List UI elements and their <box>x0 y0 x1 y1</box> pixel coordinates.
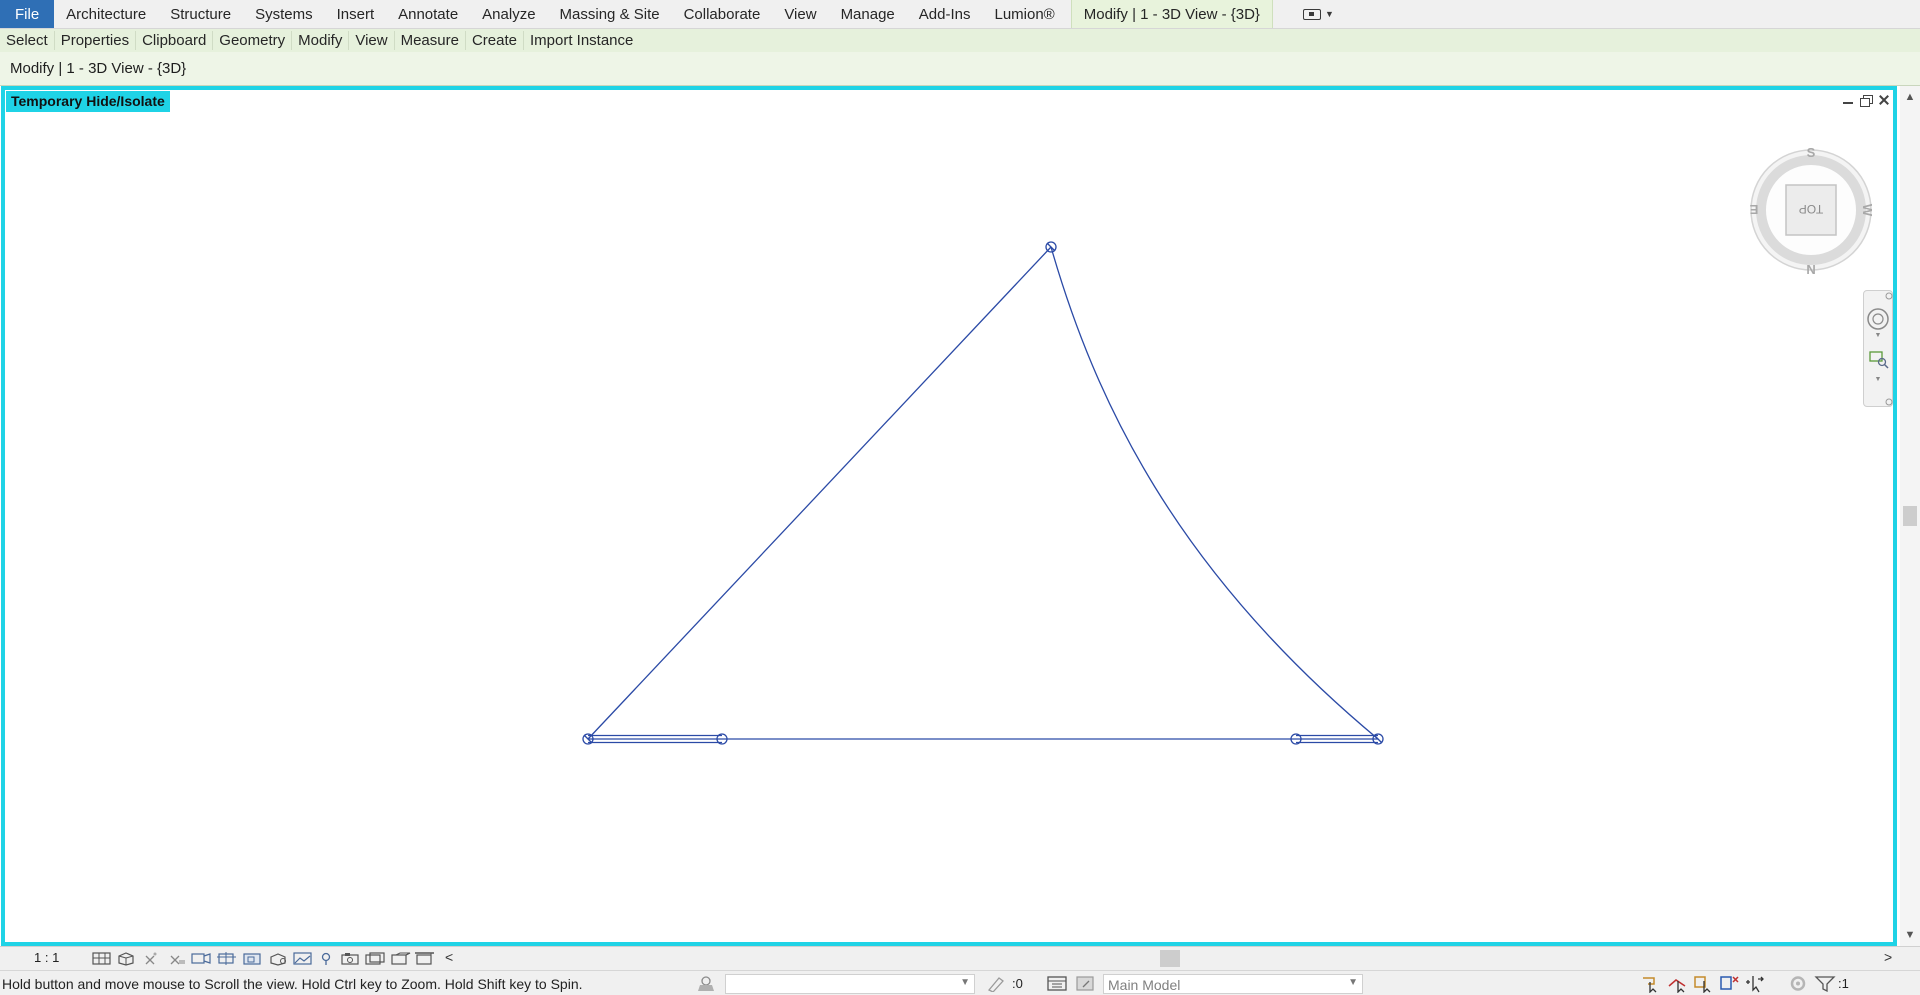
tab-lumion[interactable]: Lumion® <box>982 0 1066 28</box>
highlight-displacement-sets-icon[interactable] <box>414 951 436 966</box>
ribbon-minimize-icon <box>1302 8 1321 20</box>
active-workset-combo[interactable]: ▼ <box>725 974 975 994</box>
vertical-scrollbar[interactable]: ▲ ▼ <box>1900 86 1920 946</box>
steering-wheel-icon[interactable] <box>1867 308 1889 330</box>
ribbon-panel-bar: Select Properties Clipboard Geometry Mod… <box>0 29 1920 52</box>
vertical-scroll-thumb[interactable] <box>1903 506 1917 526</box>
tab-systems[interactable]: Systems <box>243 0 325 28</box>
chevron-down-icon: ▼ <box>1348 977 1358 988</box>
sun-path-off-icon[interactable] <box>142 951 158 966</box>
chevron-down-icon: ▼ <box>1324 9 1334 19</box>
show-analytical-model-icon[interactable] <box>390 951 412 966</box>
temporary-hide-isolate-banner: Temporary Hide/Isolate <box>6 91 170 112</box>
drag-elements-on-selection-icon[interactable] <box>1744 974 1766 993</box>
select-links-icon[interactable] <box>1640 974 1662 993</box>
worksharing-display-icon[interactable] <box>340 951 362 966</box>
compass-east[interactable]: E <box>1749 202 1758 217</box>
view-control-bar: 1 : 1 < > <box>0 946 1920 970</box>
temporary-hide-isolate-icon[interactable] <box>292 951 314 966</box>
design-option-combo[interactable]: Main Model ▼ <box>1103 974 1363 994</box>
reveal-hidden-elements-icon[interactable] <box>320 951 332 966</box>
options-bar-label: Modify | 1 - 3D View - {3D} <box>10 60 187 77</box>
tab-modify-3d-view[interactable]: Modify | 1 - 3D View - {3D} <box>1070 0 1273 28</box>
unlocked-3d-view-icon[interactable] <box>268 951 290 966</box>
navigation-bar: ▼ ▼ <box>1863 290 1893 407</box>
design-option-value: Main Model <box>1108 977 1181 993</box>
panel-create[interactable]: Create <box>466 31 524 50</box>
shadows-off-icon[interactable] <box>168 951 186 966</box>
scroll-right-icon[interactable]: > <box>1884 949 1892 965</box>
zoom-region-icon[interactable] <box>1869 351 1889 369</box>
panel-clipboard[interactable]: Clipboard <box>136 31 214 50</box>
worksets-icon[interactable] <box>695 975 717 992</box>
drawing-area[interactable] <box>5 90 1893 942</box>
compass-south[interactable]: S <box>1807 145 1816 160</box>
select-underlay-elements-icon[interactable] <box>1666 974 1688 993</box>
select-pinned-elements-icon[interactable] <box>1692 974 1714 993</box>
tab-collaborate[interactable]: Collaborate <box>672 0 773 28</box>
chevron-down-icon: ▼ <box>960 977 970 988</box>
scroll-down-icon[interactable]: ▼ <box>1900 926 1920 944</box>
panel-properties[interactable]: Properties <box>55 31 137 50</box>
chevron-down-icon[interactable]: ▼ <box>1875 332 1882 339</box>
panel-modify[interactable]: Modify <box>292 31 350 50</box>
horizontal-scroll-thumb[interactable] <box>1160 950 1180 967</box>
triangle-left-edge[interactable] <box>587 246 1052 740</box>
temporary-view-properties-icon[interactable] <box>364 951 386 966</box>
view-scale[interactable]: 1 : 1 <box>34 950 59 965</box>
compass-west[interactable]: W <box>1860 204 1875 217</box>
crop-view-icon[interactable] <box>216 951 238 966</box>
restore-icon[interactable] <box>1859 94 1873 107</box>
tab-add-ins[interactable]: Add-Ins <box>907 0 983 28</box>
show-crop-region-icon[interactable] <box>242 951 264 966</box>
exclude-options-icon[interactable] <box>1075 975 1097 992</box>
view-window-controls <box>1841 94 1891 107</box>
ribbon-display-toggle-button[interactable]: ▼ <box>1297 0 1340 28</box>
tab-insert[interactable]: Insert <box>325 0 387 28</box>
tab-analyze[interactable]: Analyze <box>470 0 547 28</box>
minimize-icon[interactable] <box>1841 94 1855 106</box>
visual-style-icon[interactable] <box>116 951 136 966</box>
filter-count: :1 <box>1838 976 1849 991</box>
3d-view-canvas[interactable]: Temporary Hide/Isolate TOP S N E W ▼ ▼ <box>1 86 1897 946</box>
status-message: Hold button and move mouse to Scroll the… <box>2 976 583 992</box>
apex-grip[interactable] <box>1045 241 1057 253</box>
editable-only-icon[interactable] <box>985 975 1007 992</box>
tab-manage[interactable]: Manage <box>829 0 907 28</box>
scroll-up-icon[interactable]: ▲ <box>1900 88 1920 106</box>
tab-architecture[interactable]: Architecture <box>54 0 158 28</box>
ribbon-tab-bar: File Architecture Structure Systems Inse… <box>0 0 1920 29</box>
panel-view[interactable]: View <box>349 31 395 50</box>
panel-select[interactable]: Select <box>0 31 55 50</box>
close-icon[interactable] <box>1877 94 1891 106</box>
triangle-right-curve[interactable] <box>1050 246 1379 740</box>
options-bar: Modify | 1 - 3D View - {3D} <box>0 52 1920 86</box>
viewcube-face-label: TOP <box>1799 202 1823 216</box>
scroll-left-icon[interactable]: < <box>445 949 453 965</box>
tab-annotate[interactable]: Annotate <box>386 0 470 28</box>
compass-north[interactable]: N <box>1806 262 1815 275</box>
panel-measure[interactable]: Measure <box>395 31 466 50</box>
panel-geometry[interactable]: Geometry <box>213 31 293 50</box>
tab-view[interactable]: View <box>772 0 828 28</box>
design-options-icon[interactable] <box>1046 975 1068 992</box>
background-processes-icon[interactable] <box>1788 975 1808 992</box>
tab-massing-site[interactable]: Massing & Site <box>548 0 672 28</box>
chevron-down-icon[interactable]: ▼ <box>1875 376 1882 383</box>
select-elements-by-face-icon[interactable] <box>1718 974 1740 993</box>
status-bar: Hold button and move mouse to Scroll the… <box>0 970 1920 995</box>
panel-import-instance[interactable]: Import Instance <box>524 31 639 50</box>
rendering-dialog-icon[interactable] <box>190 951 212 966</box>
tab-structure[interactable]: Structure <box>158 0 243 28</box>
selection-count: :0 <box>1012 976 1023 991</box>
nav-bar-options-icon[interactable] <box>1885 398 1893 406</box>
nav-bar-close-icon[interactable] <box>1885 292 1893 300</box>
viewcube[interactable]: TOP S N E W <box>1746 145 1876 275</box>
tab-file[interactable]: File <box>0 0 55 28</box>
filter-icon[interactable] <box>1814 975 1836 992</box>
detail-level-icon[interactable] <box>92 951 112 966</box>
